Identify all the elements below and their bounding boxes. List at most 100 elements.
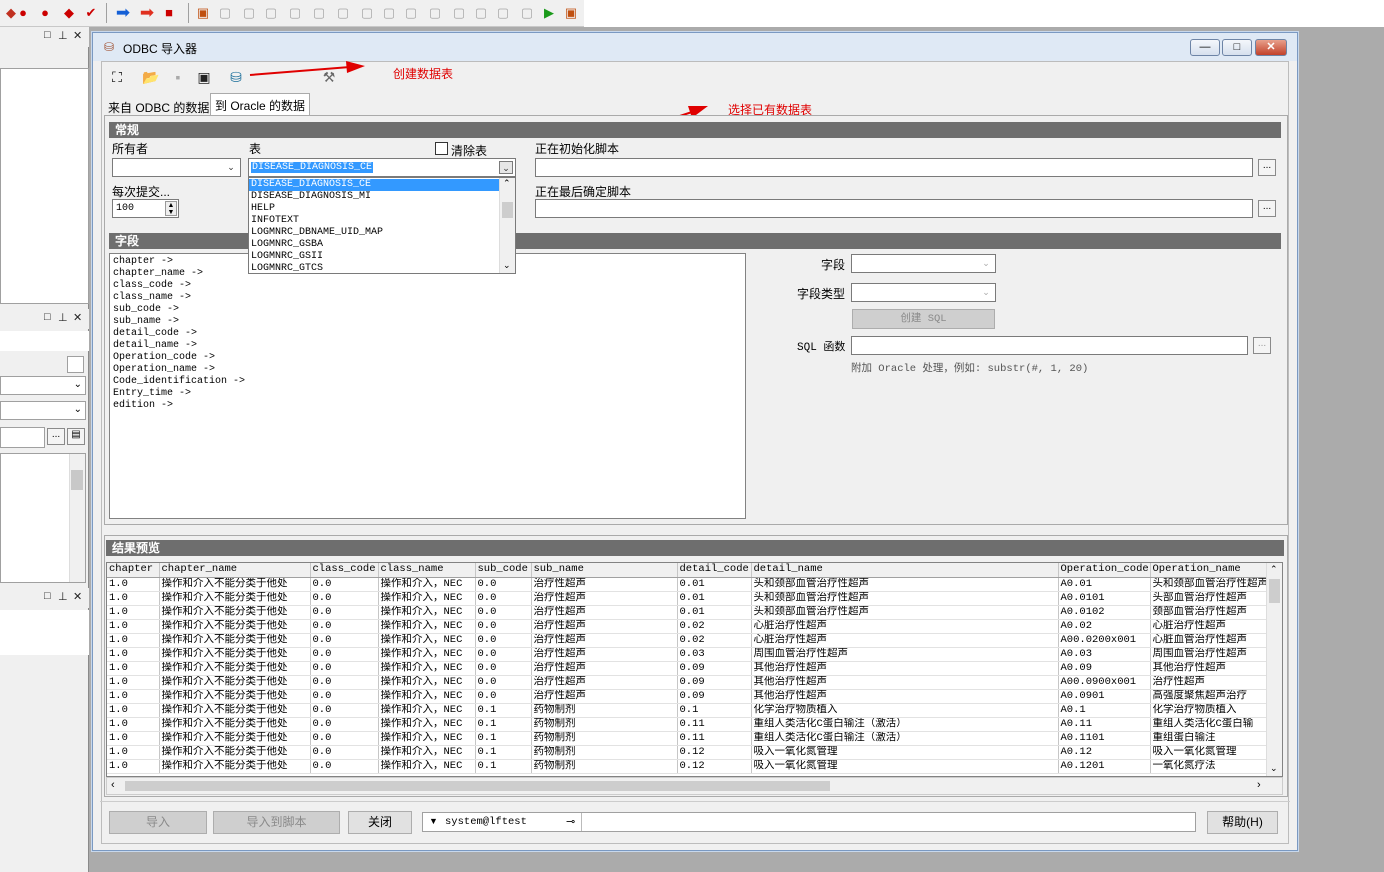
field-item[interactable]: detail_name ->: [113, 340, 742, 352]
sql-function-browse-button[interactable]: ...: [1253, 337, 1271, 354]
init-script-input[interactable]: [535, 158, 1253, 177]
truncate-checkbox[interactable]: [435, 142, 448, 155]
column-header[interactable]: detail_code: [677, 563, 752, 578]
table-row[interactable]: 1.0 操作和介入不能分类于他处 0.0 操作和介入，NEC 0.1 药物制剂 0.11 重组…: [107, 717, 1281, 732]
sql-function-input[interactable]: [851, 336, 1248, 355]
column-header[interactable]: detail_name: [751, 563, 1059, 578]
table-row[interactable]: 1.0 操作和介入不能分类于他处 0.0 操作和介入，NEC 0.0 治疗性超声 0.01 头…: [107, 577, 1281, 592]
table-option[interactable]: DISEASE_DIAGNOSIS_MI: [249, 191, 499, 203]
table-cell: 操作和介入，NEC: [378, 745, 476, 760]
table-row[interactable]: 1.0 操作和介入不能分类于他处 0.0 操作和介入，NEC 0.0 治疗性超声 0.01 头…: [107, 605, 1281, 620]
field-item[interactable]: Entry_time ->: [113, 388, 742, 400]
table-option[interactable]: DISEASE_DIAGNOSIS_CE: [249, 179, 499, 191]
table-row[interactable]: 1.0 操作和介入不能分类于他处 0.0 操作和介入，NEC 0.0 治疗性超声 0.09 其…: [107, 689, 1281, 704]
field-item[interactable]: Operation_code ->: [113, 352, 742, 364]
scroll-up-icon[interactable]: ⌃: [503, 178, 511, 189]
table-cell: 0.02: [677, 633, 752, 648]
column-header[interactable]: Operation_name: [1150, 563, 1281, 578]
commit-spinner[interactable]: 100 ▲ ▼: [112, 199, 179, 218]
scroll-thumb[interactable]: [502, 202, 513, 218]
table-cell: 操作和介入，NEC: [378, 591, 476, 606]
column-header[interactable]: chapter: [107, 563, 160, 578]
close-button[interactable]: 关闭: [348, 811, 412, 834]
table-cell: 0.12: [677, 759, 752, 774]
dropdown-scrollbar[interactable]: ⌃ ⌄: [499, 178, 515, 273]
table-dropdown-list[interactable]: DISEASE_DIAGNOSIS_CE DISEASE_DIAGNOSIS_MI…: [248, 177, 516, 274]
table-cell: 头部血管治疗性超声: [1150, 591, 1281, 606]
column-header[interactable]: class_code: [310, 563, 379, 578]
import-to-script-button[interactable]: 导入到脚本: [213, 811, 340, 834]
table-option[interactable]: LOGMNRC_GSBA: [249, 239, 499, 251]
connection-box[interactable]: ▼ system@lftest ⊸: [422, 812, 1196, 832]
table-cell: 头和颈部血管治疗性超声: [751, 591, 1059, 606]
field-item[interactable]: Operation_name ->: [113, 364, 742, 376]
field-item[interactable]: class_name ->: [113, 292, 742, 304]
table-cell: 心脏血管治疗性超声: [1150, 633, 1281, 648]
table-cell: 0.01: [677, 591, 752, 606]
table-row[interactable]: 1.0 操作和介入不能分类于他处 0.0 操作和介入，NEC 0.0 治疗性超声 0.03 周…: [107, 647, 1281, 662]
field-item[interactable]: detail_code ->: [113, 328, 742, 340]
field-item[interactable]: Code_identification ->: [113, 376, 742, 388]
table-row[interactable]: 1.0 操作和介入不能分类于他处 0.0 操作和介入，NEC 0.0 治疗性超声 0.09 其…: [107, 675, 1281, 690]
table-cell: 1.0: [107, 745, 160, 760]
table-row[interactable]: 1.0 操作和介入不能分类于他处 0.0 操作和介入，NEC 0.1 药物制剂 0.12 吸入…: [107, 759, 1281, 774]
table-option[interactable]: LOGMNRC_GTCS: [249, 263, 499, 275]
final-script-browse-button[interactable]: ...: [1258, 200, 1276, 217]
final-script-label: 正在最后确定脚本: [535, 185, 632, 199]
table-cell: 治疗性超声: [531, 633, 678, 648]
grid-vscrollbar[interactable]: ⌃ ⌄: [1266, 563, 1282, 776]
scroll-right-icon[interactable]: ›: [1257, 779, 1261, 791]
scroll-down-icon[interactable]: ⌄: [503, 260, 511, 271]
table-cell: 头和颈部血管治疗性超声: [1150, 577, 1281, 592]
table-cell: 0.01: [677, 605, 752, 620]
table-row[interactable]: 1.0 操作和介入不能分类于他处 0.0 操作和介入，NEC 0.0 治疗性超声 0.09 其…: [107, 661, 1281, 676]
preview-grid[interactable]: chapter chapter_name class_code class_name s…: [106, 562, 1283, 777]
table-option[interactable]: LOGMNRC_GSII: [249, 251, 499, 263]
field-item[interactable]: sub_code ->: [113, 304, 742, 316]
tab-to-oracle[interactable]: 到 Oracle 的数据: [210, 93, 311, 116]
grid-hscrollbar[interactable]: ‹ ›: [106, 777, 1283, 795]
field-list[interactable]: chapter -> chapter_name -> class_code -> cl…: [109, 253, 746, 519]
field-type-combo[interactable]: ⌄: [851, 283, 996, 302]
table-cell: 药物制剂: [531, 731, 678, 746]
table-cell: A0.01: [1058, 577, 1151, 592]
table-combo[interactable]: DISEASE_DIAGNOSIS_CE ⌄: [248, 158, 516, 177]
table-option[interactable]: INFOTEXT: [249, 215, 499, 227]
create-sql-button[interactable]: 创建 SQL: [852, 309, 995, 329]
vscroll-thumb[interactable]: [1269, 579, 1280, 603]
column-header[interactable]: chapter_name: [159, 563, 311, 578]
table-row[interactable]: 1.0 操作和介入不能分类于他处 0.0 操作和介入，NEC 0.1 药物制剂 0.11 重组…: [107, 731, 1281, 746]
table-row[interactable]: 1.0 操作和介入不能分类于他处 0.0 操作和介入，NEC 0.1 药物制剂 0.12 吸入…: [107, 745, 1281, 760]
table-cell: 操作和介入不能分类于他处: [159, 591, 311, 606]
column-header[interactable]: class_name: [378, 563, 476, 578]
spinner-arrows-icon[interactable]: ▲ ▼: [165, 201, 177, 216]
table-cell: 操作和介入不能分类于他处: [159, 577, 311, 592]
connection-dropdown-icon[interactable]: ▼: [429, 816, 438, 826]
field-item[interactable]: edition ->: [113, 400, 742, 412]
table-cell: 其他治疗性超声: [751, 689, 1059, 704]
table-option[interactable]: LOGMNRC_DBNAME_UID_MAP: [249, 227, 499, 239]
tab-from-odbc[interactable]: 来自 ODBC 的数据: [104, 96, 213, 116]
table-row[interactable]: 1.0 操作和介入不能分类于他处 0.0 操作和介入，NEC 0.0 治疗性超声 0.01 头…: [107, 591, 1281, 606]
hscroll-thumb[interactable]: [125, 781, 830, 791]
column-header[interactable]: sub_name: [531, 563, 678, 578]
help-button[interactable]: 帮助(H): [1207, 811, 1278, 834]
field-combo[interactable]: ⌄: [851, 254, 996, 273]
field-item[interactable]: class_code ->: [113, 280, 742, 292]
table-row[interactable]: 1.0 操作和介入不能分类于他处 0.0 操作和介入，NEC 0.0 治疗性超声 0.02 心…: [107, 633, 1281, 648]
column-header[interactable]: Operation_code: [1058, 563, 1151, 578]
table-cell: 吸入一氧化氮管理: [751, 745, 1059, 760]
final-script-input[interactable]: [535, 199, 1253, 218]
table-row[interactable]: 1.0 操作和介入不能分类于他处 0.0 操作和介入，NEC 0.1 药物制剂 0.1 化学治…: [107, 703, 1281, 718]
scroll-up-icon[interactable]: ⌃: [1270, 564, 1278, 575]
scroll-left-icon[interactable]: ‹: [111, 779, 115, 791]
chevron-down-icon[interactable]: ⌄: [499, 161, 513, 174]
field-item[interactable]: sub_name ->: [113, 316, 742, 328]
init-script-browse-button[interactable]: ...: [1258, 159, 1276, 176]
owner-combo[interactable]: ⌄: [112, 158, 241, 177]
column-header[interactable]: sub_code: [475, 563, 532, 578]
table-option[interactable]: HELP: [249, 203, 499, 215]
table-row[interactable]: 1.0 操作和介入不能分类于他处 0.0 操作和介入，NEC 0.0 治疗性超声 0.02 心…: [107, 619, 1281, 634]
scroll-down-icon[interactable]: ⌄: [1270, 763, 1278, 774]
import-button[interactable]: 导入: [109, 811, 207, 834]
